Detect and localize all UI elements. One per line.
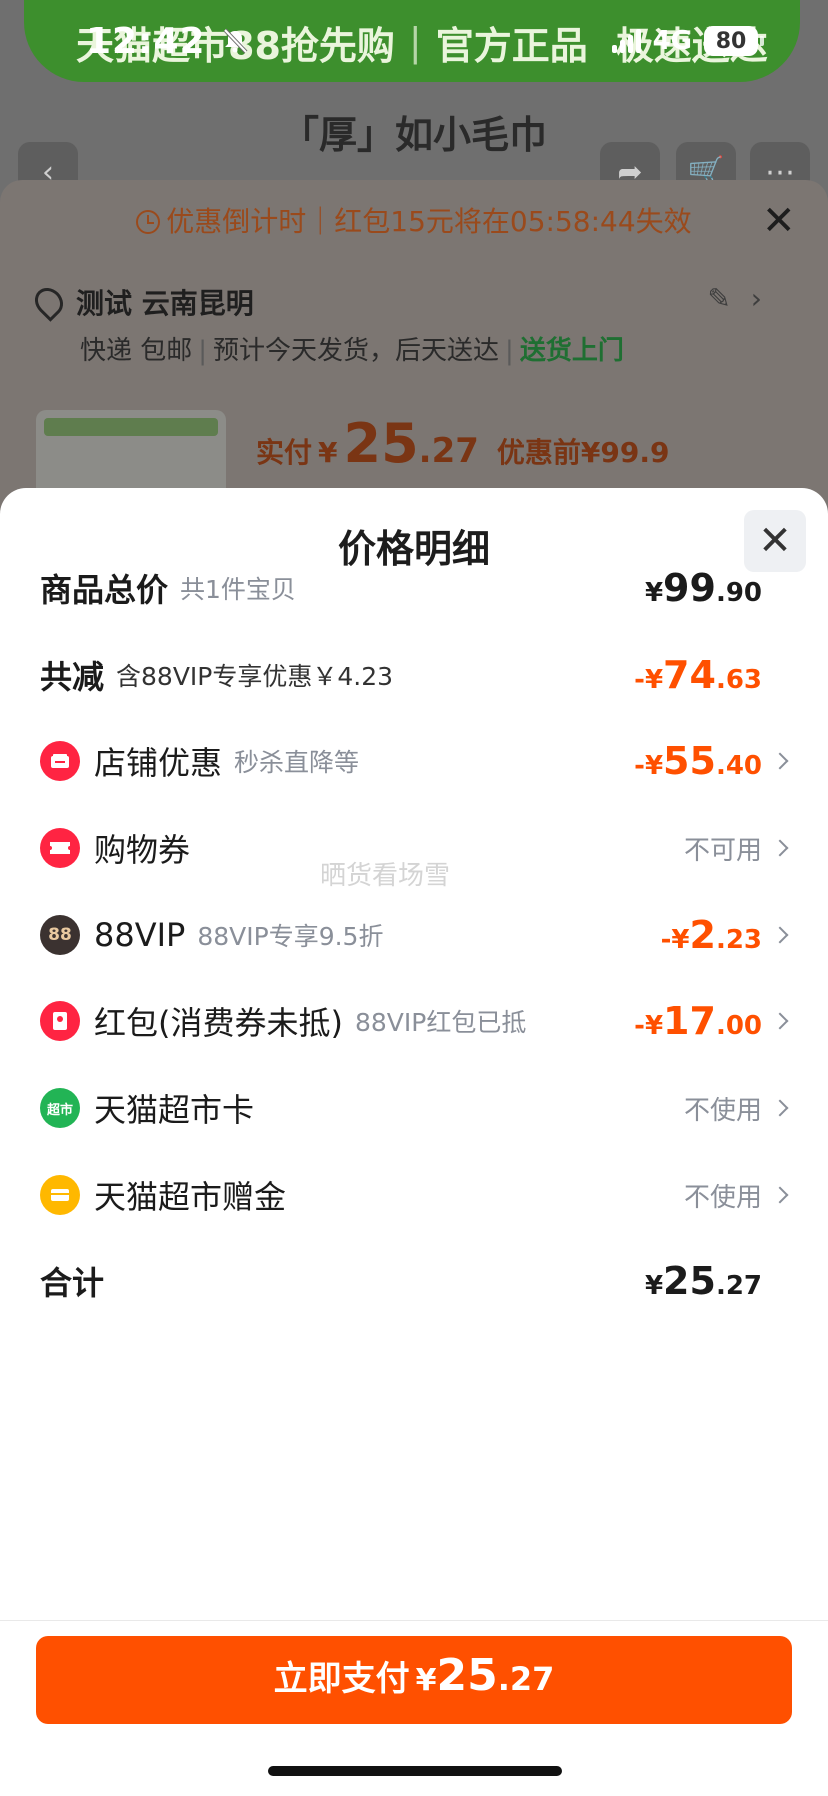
- row-sub: 秒杀直降等: [234, 748, 360, 777]
- shipping-eta: 预计今天发货，后天送达: [213, 336, 500, 366]
- row-amount: ¥25.27: [644, 1259, 762, 1303]
- row-amount: ¥99.90: [644, 566, 762, 610]
- signal-icon: [611, 29, 641, 53]
- chevron-right-icon: [771, 1012, 789, 1030]
- pay-amount-preview: 实付 ¥ 25 .27 优惠前¥99.9: [256, 412, 669, 475]
- chevron-right-icon: [771, 1099, 789, 1117]
- row-sub: 共1件宝贝: [180, 575, 296, 604]
- row-amount: -¥ 55.40: [634, 739, 762, 783]
- row-total-discount: 共减 含88VIP专享优惠￥4.23 -¥ 74.63: [40, 645, 790, 705]
- pay-button-int: 25: [436, 1650, 498, 1701]
- chevron-right-icon: [771, 926, 789, 944]
- red-packet-icon: [40, 1001, 80, 1041]
- pay-int: 25: [343, 412, 419, 475]
- vip-88-icon: 88: [40, 915, 80, 955]
- edit-address-icon: ✎›: [707, 282, 782, 315]
- shipping-info: 快递 包邮 | 预计今天发货，后天送达 | 送货上门: [80, 336, 624, 366]
- row-label: 购物券: [94, 831, 191, 869]
- row-label: 合计: [40, 1264, 105, 1302]
- bell-muted-icon: [223, 28, 248, 54]
- pay-button-label: 立即支付: [273, 1659, 410, 1699]
- pay-button-currency: ¥: [415, 1663, 437, 1698]
- row-total-goods: 商品总价 共1件宝贝 ¥99.90: [40, 558, 790, 618]
- home-indicator: [268, 1766, 562, 1776]
- address-row: 测试 云南昆明: [29, 282, 254, 322]
- shipping-door: 送货上门: [519, 336, 624, 366]
- shipping-method: 快递 包邮: [80, 336, 193, 366]
- row-tmall-bonus[interactable]: 天猫超市赠金 不使用: [40, 1165, 790, 1225]
- row-sub: 含88VIP专享优惠￥4.23: [116, 662, 394, 691]
- row-value: 不使用: [683, 1182, 762, 1213]
- row-sub: 88VIP专享9.5折: [197, 922, 384, 951]
- address-text: 测试 云南昆明: [76, 287, 254, 320]
- status-time: 12:42: [86, 20, 206, 62]
- market-card-icon: 超市: [40, 1088, 80, 1128]
- row-tmall-market-card[interactable]: 超市 天猫超市卡 不使用: [40, 1078, 790, 1138]
- row-label: 共减: [40, 658, 105, 696]
- pay-label: 实付: [256, 436, 313, 469]
- row-red-packet[interactable]: 红包(消费券未抵) 88VIP红包已抵 -¥ 17.00: [40, 991, 790, 1051]
- row-label: 天猫超市赠金: [94, 1178, 287, 1216]
- row-sub: 88VIP红包已抵: [354, 1008, 527, 1037]
- row-88vip[interactable]: 88 88VIP 88VIP专享9.5折 -¥ 2.23: [40, 905, 790, 965]
- store-coupon-icon: [40, 741, 80, 781]
- page: 天猫超市88抢先购 | 官方正品 极速送达 12:42 4G 80 「厚」如小毛…: [0, 0, 828, 1796]
- network-label: 4G: [652, 26, 692, 56]
- status-bar: 12:42 4G 80: [0, 0, 828, 82]
- chevron-right-icon: [771, 839, 789, 857]
- pre-discount-price: 优惠前¥99.9: [496, 436, 670, 469]
- countdown-bar: 优惠倒计时｜红包15元将在05:58:44失效: [0, 200, 828, 240]
- row-amount: -¥ 2.23: [660, 913, 762, 957]
- row-amount: -¥ 74.63: [634, 653, 762, 697]
- coupon-icon: [40, 828, 80, 868]
- row-label: 红包(消费券未抵): [94, 1004, 343, 1042]
- pay-dec: .27: [418, 431, 479, 471]
- location-pin-icon: [29, 282, 69, 322]
- chevron-right-icon: [771, 752, 789, 770]
- row-amount: -¥ 17.00: [634, 999, 762, 1043]
- row-label: 88VIP: [94, 916, 186, 954]
- row-total: 合计 ¥25.27: [40, 1251, 790, 1311]
- price-detail-modal: 价格明细 ✕ 商品总价 共1件宝贝 ¥99.90 共减 含88VIP专享优惠￥4…: [0, 488, 828, 1796]
- close-icon: ✕: [762, 198, 796, 244]
- row-label: 店铺优惠: [94, 744, 223, 782]
- watermark: 晒货看场雪: [320, 861, 451, 891]
- countdown-text: 优惠倒计时｜红包15元将在05:58:44失效: [166, 205, 692, 238]
- row-label: 天猫超市卡: [94, 1091, 255, 1129]
- bonus-icon: [40, 1175, 80, 1215]
- pay-button-dec: .27: [497, 1660, 555, 1698]
- row-value: 不可用: [683, 835, 762, 866]
- battery-icon: 80: [704, 26, 764, 56]
- row-store-discount[interactable]: 店铺优惠 秒杀直降等 -¥ 55.40: [40, 731, 790, 791]
- row-value: 不使用: [683, 1095, 762, 1126]
- close-icon: ✕: [758, 518, 792, 564]
- row-label: 商品总价: [40, 571, 169, 609]
- footer-divider: [0, 1620, 828, 1621]
- clock-icon: [136, 210, 161, 234]
- pay-currency: ¥: [318, 436, 338, 469]
- pay-now-button[interactable]: 立即支付 ¥ 25 .27: [36, 1636, 792, 1724]
- chevron-right-icon: [771, 1186, 789, 1204]
